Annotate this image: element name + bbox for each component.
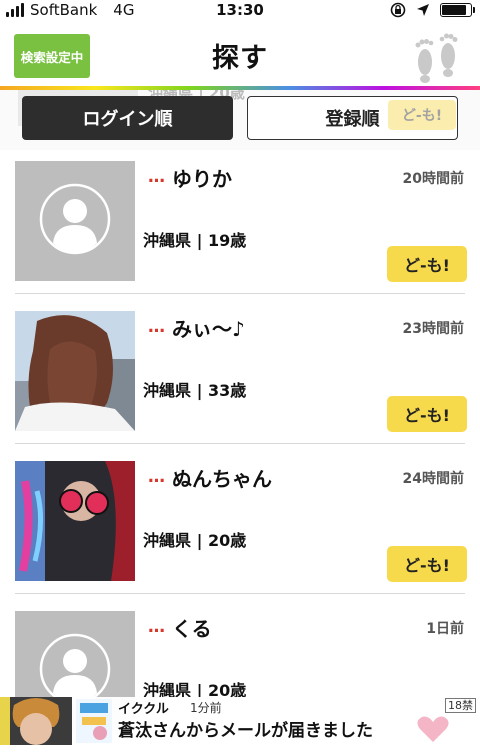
last-login-time: 23時間前: [402, 321, 464, 337]
like-button[interactable]: ど-も!: [387, 246, 467, 282]
row-divider: [15, 443, 465, 444]
heart-icon: [417, 716, 449, 742]
list-item[interactable]: … ゆりか 20時間前 沖縄県 | 19歳 ど-も!: [0, 152, 480, 302]
status-dots: …: [148, 617, 165, 637]
tab-login-order[interactable]: ログイン順: [22, 96, 233, 140]
user-location-age: 沖縄県 | 33歳: [143, 381, 247, 400]
battery-fill: [442, 5, 466, 15]
footprint-icon[interactable]: [410, 28, 464, 84]
avatar[interactable]: [15, 311, 135, 431]
header: 検索設定中 探す: [0, 22, 480, 86]
user-location-age: 沖縄県 | 20歳: [143, 531, 247, 550]
like-button[interactable]: ど-も!: [387, 396, 467, 432]
like-button[interactable]: ど-も!: [387, 546, 467, 582]
user-photo: [15, 461, 135, 581]
user-photo: [15, 311, 135, 431]
row-divider: [15, 293, 465, 294]
row-divider: [15, 593, 465, 594]
notification-time: 1分前: [190, 701, 222, 715]
ghost-like-button: ど-も!: [388, 100, 456, 130]
sender-photo: [0, 697, 72, 745]
rotation-lock-icon: [390, 2, 406, 18]
default-avatar-icon: [15, 161, 135, 281]
status-dots: …: [148, 167, 165, 187]
status-dots: …: [148, 317, 165, 337]
app-ad-thumbnail: [76, 699, 112, 743]
user-name[interactable]: くる: [172, 613, 212, 642]
page-title: 探す: [212, 43, 268, 74]
last-login-time: 1日前: [426, 621, 464, 637]
user-list: … ゆりか 20時間前 沖縄県 | 19歳 ど-も! … みぃ〜♪ 23時間前 …: [0, 152, 480, 752]
user-name[interactable]: ぬんちゃん: [172, 463, 272, 492]
location-arrow-icon: [417, 4, 429, 16]
user-name[interactable]: みぃ〜♪: [172, 313, 245, 342]
status-bar: SoftBank 4G 13:30: [0, 0, 480, 22]
notification-message: 蒼汰さんからメールが届きました: [118, 721, 373, 741]
list-item[interactable]: … みぃ〜♪ 23時間前 沖縄県 | 33歳 ど-も!: [0, 302, 480, 452]
notification-app-name: イククル: [118, 702, 169, 717]
last-login-time: 20時間前: [402, 171, 464, 187]
age-restriction-badge: 18禁: [445, 698, 476, 713]
avatar[interactable]: [15, 161, 135, 281]
avatar[interactable]: [15, 461, 135, 581]
status-right: [390, 2, 475, 18]
notification-banner[interactable]: イククル 1分前 蒼汰さんからメールが届きました 18禁: [0, 697, 480, 745]
list-item[interactable]: … ぬんちゃん 24時間前 沖縄県 | 20歳 ど-も!: [0, 452, 480, 602]
battery-icon: [440, 3, 475, 17]
last-login-time: 24時間前: [402, 471, 464, 487]
user-location-age: 沖縄県 | 19歳: [143, 231, 247, 250]
status-dots: …: [148, 467, 165, 487]
user-name[interactable]: ゆりか: [172, 163, 232, 192]
